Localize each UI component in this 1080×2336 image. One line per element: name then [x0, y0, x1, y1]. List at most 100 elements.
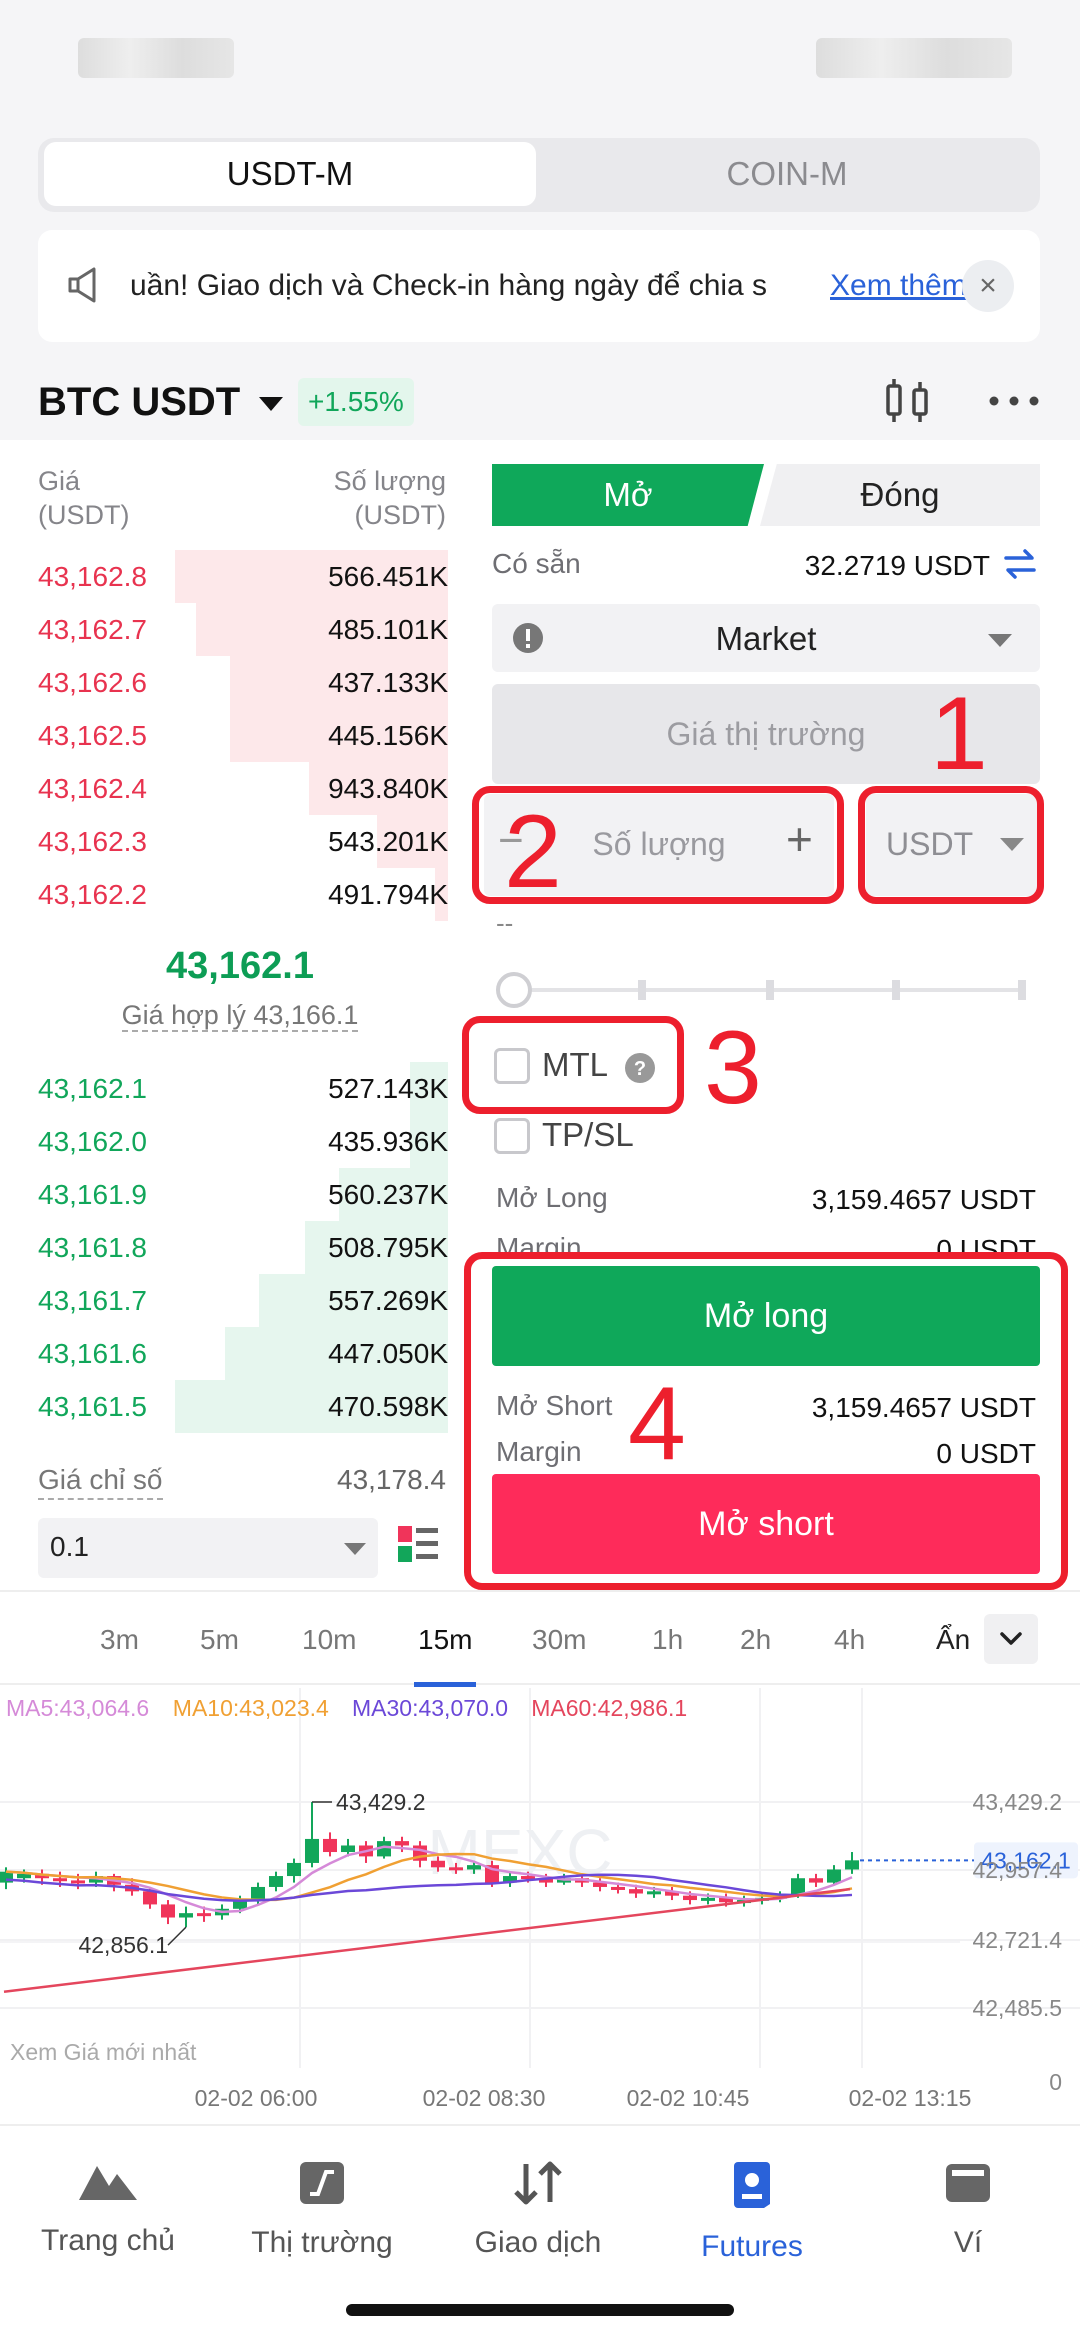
available-value: 32.2719 USDT [804, 550, 990, 581]
qty-column-header: Số lượng (USDT) [280, 464, 446, 532]
nav-wallet[interactable]: Ví [868, 2160, 1068, 2260]
active-timeframe-underline [414, 1682, 477, 1687]
slider-handle[interactable] [496, 972, 532, 1008]
orderbook-layout-icon[interactable] [396, 1524, 440, 1569]
qty-header-unit: (USDT) [354, 500, 446, 530]
timeframe-15m[interactable]: 15m [414, 1592, 477, 1687]
order-type-select[interactable]: Market [492, 604, 1040, 672]
nav-futures[interactable]: Futures [652, 2160, 852, 2264]
timeframe-30m[interactable]: 30m [532, 1592, 586, 1687]
ask-row[interactable]: 43,162.4 943.840K [28, 762, 448, 815]
ask-row[interactable]: 43,162.2 491.794K [28, 868, 448, 921]
candle-body [143, 1891, 157, 1905]
tab-open[interactable]: Mở [492, 464, 764, 526]
candle-body [305, 1838, 319, 1863]
timeframe-5m[interactable]: 5m [200, 1592, 239, 1687]
row-price: 43,161.6 [38, 1338, 147, 1369]
timeframe-1h[interactable]: 1h [652, 1592, 683, 1687]
bid-row[interactable]: 43,162.1 527.143K [28, 1062, 448, 1115]
bid-row[interactable]: 43,161.9 560.237K [28, 1168, 448, 1221]
candle-body [827, 1869, 841, 1883]
ma-label: MA30:43,070.0 [352, 1695, 508, 1721]
index-price-label: Giá chỉ số [38, 1462, 163, 1500]
bid-row[interactable]: 43,161.5 470.598K [28, 1380, 448, 1433]
candle-body [341, 1845, 355, 1853]
candle-body [431, 1860, 445, 1868]
candle-body [197, 1913, 211, 1917]
megaphone-icon [64, 262, 110, 313]
timeframe-bar: 3m 5m 10m 15m 30m 1h 2h 4h Ẩn [0, 1590, 1080, 1687]
bid-row[interactable]: 43,162.0 435.936K [28, 1115, 448, 1168]
market-chart-icon [300, 2162, 344, 2204]
more-options-icon[interactable] [988, 386, 1040, 421]
candle-body [287, 1862, 301, 1877]
candle-body [701, 1897, 715, 1901]
transfer-icon[interactable] [1002, 546, 1038, 587]
timeframe-2h[interactable]: 2h [740, 1592, 771, 1687]
row-price: 43,162.7 [38, 614, 147, 645]
home-indicator [346, 2304, 734, 2316]
candle-body [611, 1886, 625, 1890]
bid-row[interactable]: 43,161.7 557.269K [28, 1274, 448, 1327]
expand-chevron-icon[interactable] [984, 1614, 1038, 1664]
candle-body [71, 1880, 85, 1884]
timeframe-3m[interactable]: 3m [100, 1592, 139, 1687]
nav-trade[interactable]: Giao dịch [438, 2160, 638, 2260]
open-long-value: 3,159.4657 USDT [811, 1184, 1036, 1215]
nav-markets[interactable]: Thị trường [222, 2160, 422, 2260]
status-bar [0, 0, 1080, 120]
bid-row[interactable]: 43,161.8 508.795K [28, 1221, 448, 1274]
slider-step [1018, 980, 1026, 1000]
tab-close[interactable]: Đóng [760, 464, 1040, 526]
hide-chart-button[interactable]: Ẩn [936, 1592, 970, 1687]
candle-body [323, 1838, 337, 1853]
close-icon[interactable]: × [962, 260, 1014, 312]
x-tick: 02-02 10:45 [627, 2085, 750, 2111]
see-more-link[interactable]: Xem thêm [830, 260, 967, 312]
candlestick-chart-icon[interactable] [880, 376, 934, 431]
low-label: 42,856.1 [78, 1932, 168, 1958]
tpsl-checkbox[interactable] [494, 1118, 530, 1154]
ask-row[interactable]: 43,162.8 566.451K [28, 550, 448, 603]
row-qty: 566.451K [328, 561, 448, 592]
candle-body [449, 1867, 463, 1871]
timeframe-4h[interactable]: 4h [834, 1592, 865, 1687]
row-price: 43,161.9 [38, 1179, 147, 1210]
annotation-number-2: 2 [504, 794, 562, 910]
leverage-slider[interactable] [496, 970, 1030, 1010]
candle-body [251, 1886, 265, 1901]
available-label: Có sẵn [492, 548, 581, 579]
annotation-number-4: 4 [628, 1366, 686, 1482]
open-long-label: Mở Long [496, 1182, 608, 1213]
bid-row[interactable]: 43,161.6 447.050K [28, 1327, 448, 1380]
candle-body [395, 1841, 409, 1846]
futures-icon [734, 2162, 770, 2208]
price-header-label: Giá [38, 466, 81, 496]
ask-row[interactable]: 43,162.5 445.156K [28, 709, 448, 762]
row-price: 43,162.3 [38, 826, 147, 857]
candle-body [161, 1904, 175, 1918]
y-tick: 43,429.2 [972, 1789, 1062, 1815]
precision-select[interactable]: 0.1 [38, 1518, 378, 1578]
candle-body [683, 1895, 697, 1901]
watermark: MEXC [428, 1816, 613, 1888]
price-chart[interactable]: MEXC MA5:43,064.6 MA10:43,023.4 MA30:43,070… [0, 1688, 1080, 2124]
timeframe-10m[interactable]: 10m [302, 1592, 356, 1687]
ask-row[interactable]: 43,162.6 437.133K [28, 656, 448, 709]
nav-home[interactable]: Trang chủ [8, 2160, 208, 2258]
row-qty: 445.156K [328, 720, 448, 751]
tab-coin-m[interactable]: COIN-M [540, 142, 1034, 206]
slider-step [892, 980, 900, 1000]
pair-selector[interactable]: BTC USDT [38, 372, 284, 432]
tab-usdt-m[interactable]: USDT-M [44, 142, 536, 206]
y-tick: 42,721.4 [972, 1927, 1062, 1953]
row-qty: 470.598K [328, 1391, 448, 1422]
order-type-value: Market [715, 620, 817, 657]
ask-row[interactable]: 43,162.3 543.201K [28, 815, 448, 868]
status-time-blur [78, 38, 234, 78]
candle-body [269, 1876, 283, 1887]
candle-body [647, 1891, 661, 1895]
caret-down-icon [988, 634, 1012, 647]
ask-row[interactable]: 43,162.7 485.101K [28, 603, 448, 656]
annotation-box-unit [858, 786, 1044, 904]
